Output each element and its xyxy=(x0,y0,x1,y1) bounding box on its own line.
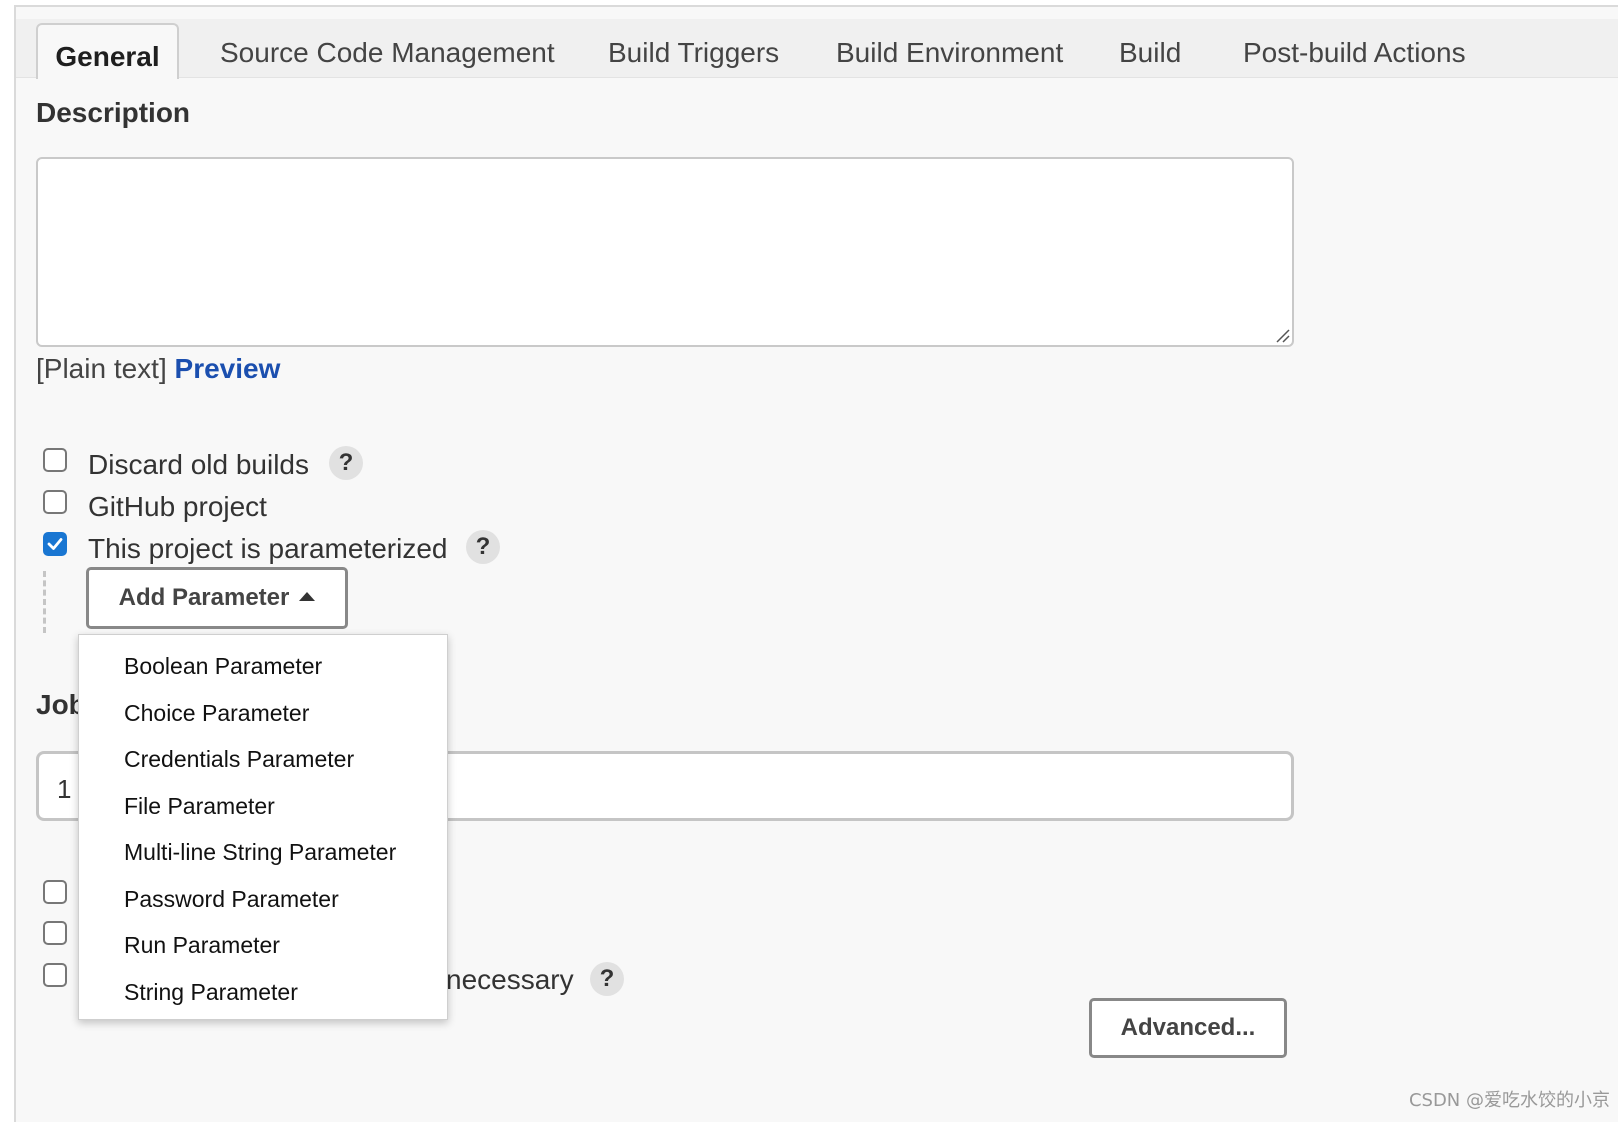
tab-post-build-actions[interactable]: Post-build Actions xyxy=(1243,19,1466,77)
option-checkbox-4[interactable] xyxy=(43,880,67,904)
add-parameter-button[interactable]: Add Parameter xyxy=(86,567,348,629)
menu-item-password-parameter[interactable]: Password Parameter xyxy=(124,886,339,913)
parameter-group-indicator xyxy=(43,571,46,633)
menu-item-file-parameter[interactable]: File Parameter xyxy=(124,793,275,820)
watermark-text: CSDN @爱吃水饺的小京 xyxy=(1408,1090,1610,1111)
menu-item-boolean-parameter[interactable]: Boolean Parameter xyxy=(124,653,322,680)
option-checkbox-5[interactable] xyxy=(43,921,67,945)
preview-link[interactable]: Preview xyxy=(175,353,281,384)
menu-item-choice-parameter[interactable]: Choice Parameter xyxy=(124,700,309,727)
discard-old-builds-checkbox[interactable] xyxy=(43,448,67,472)
add-parameter-label: Add Parameter xyxy=(118,584,290,611)
menu-item-string-parameter[interactable]: String Parameter xyxy=(124,979,298,1006)
discard-old-builds-label[interactable]: Discard old builds xyxy=(88,449,309,481)
resize-grip-icon[interactable] xyxy=(1274,327,1290,343)
menu-item-credentials-parameter[interactable]: Credentials Parameter xyxy=(124,746,354,773)
menu-item-run-parameter[interactable]: Run Parameter xyxy=(124,932,280,959)
tab-build[interactable]: Build xyxy=(1119,19,1181,77)
job-config-panel: General Source Code Management Build Tri… xyxy=(14,5,1618,1122)
caret-up-icon xyxy=(299,592,316,601)
github-project-label[interactable]: GitHub project xyxy=(88,491,267,523)
description-label: Description xyxy=(36,97,191,128)
tab-general[interactable]: General xyxy=(36,23,179,79)
option-checkbox-6[interactable] xyxy=(43,963,67,987)
plain-text-label: [Plain text] xyxy=(36,353,167,384)
parameterized-label[interactable]: This project is parameterized xyxy=(88,533,447,565)
tab-build-environment[interactable]: Build Environment xyxy=(836,19,1063,77)
description-textarea[interactable] xyxy=(36,157,1294,347)
menu-item-multiline-string-parameter[interactable]: Multi-line String Parameter xyxy=(124,839,396,866)
tab-build-triggers[interactable]: Build Triggers xyxy=(608,19,779,77)
parameterized-help-icon[interactable]: ? xyxy=(466,530,500,564)
config-tab-bar: General Source Code Management Build Tri… xyxy=(16,19,1618,79)
checkmark-icon xyxy=(47,538,63,550)
option-6-label[interactable]: necessary xyxy=(446,964,574,996)
github-project-checkbox[interactable] xyxy=(43,490,67,514)
option-6-help-icon[interactable]: ? xyxy=(590,962,624,996)
tab-source-code-management[interactable]: Source Code Management xyxy=(220,19,555,77)
discard-old-builds-help-icon[interactable]: ? xyxy=(329,446,363,480)
advanced-button[interactable]: Advanced... xyxy=(1089,998,1287,1058)
parameterized-checkbox[interactable] xyxy=(43,532,67,556)
description-format-line: [Plain text] Preview xyxy=(36,353,280,385)
add-parameter-menu: Boolean Parameter Choice Parameter Crede… xyxy=(78,634,448,1020)
